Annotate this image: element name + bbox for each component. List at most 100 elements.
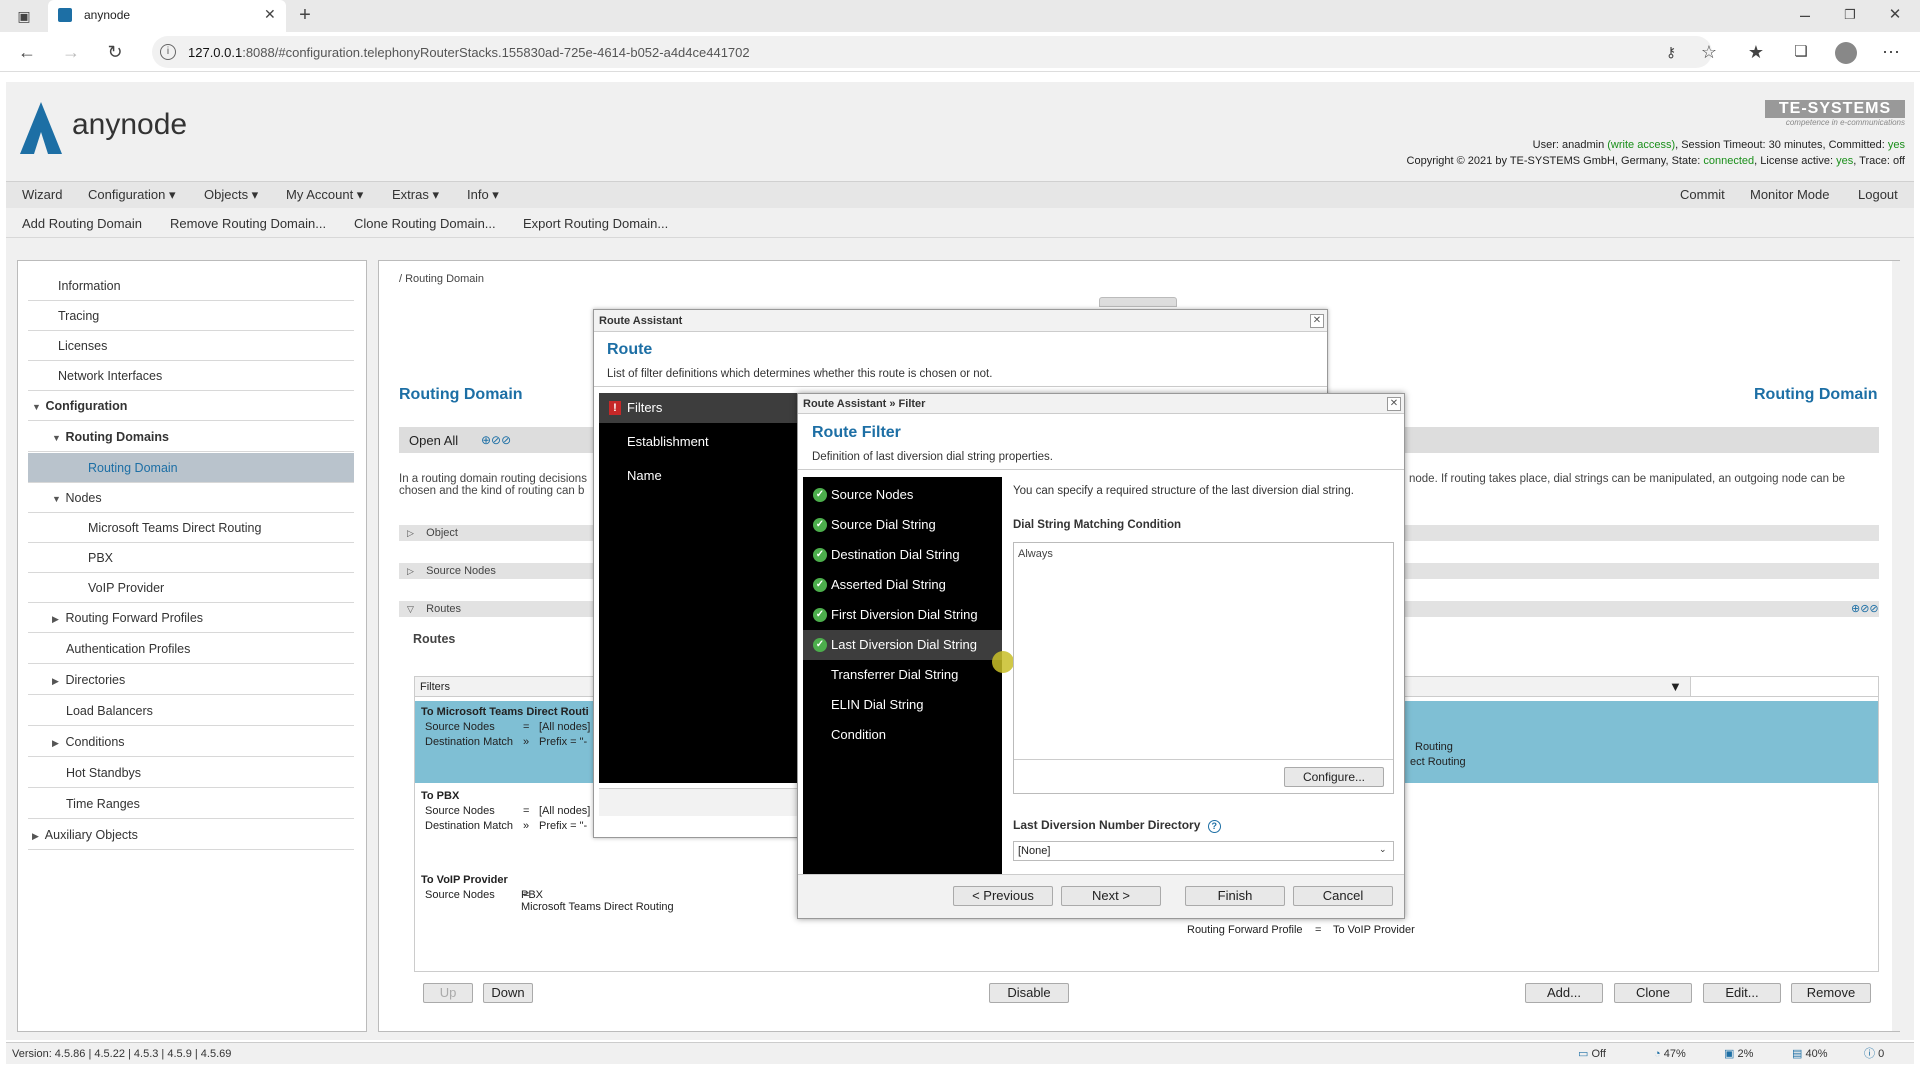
sidebar-item-routing-domains[interactable]: ▼ Routing Domains <box>28 422 354 452</box>
finish-button[interactable]: Finish <box>1185 886 1285 906</box>
menu-info[interactable]: Info ▾ <box>467 187 499 203</box>
open-all-button[interactable]: Open All <box>409 433 458 448</box>
cancel-button[interactable]: Cancel <box>1293 886 1393 906</box>
status-bar: Version: 4.5.86 | 4.5.22 | 4.5.3 | 4.5.9… <box>6 1042 1914 1064</box>
cpu-icon: ◔ <box>1654 1048 1661 1060</box>
routes-label: Routes <box>413 632 456 646</box>
previous-button[interactable]: < Previous <box>953 886 1053 906</box>
disable-button[interactable]: Disable <box>989 983 1069 1003</box>
new-tab-icon[interactable]: + <box>295 5 315 25</box>
step-asserted-dial-string[interactable]: ✓ Asserted Dial String <box>803 570 1002 600</box>
browser-tab[interactable]: anynode ✕ <box>48 0 286 32</box>
sidebar-item-conditions[interactable]: ▶ Conditions <box>28 727 354 757</box>
edit-button[interactable]: Edit... <box>1703 983 1781 1003</box>
sidebar-item-hot-standbys[interactable]: Hot Standbys <box>28 758 354 788</box>
restore-icon[interactable]: ❐ <box>1840 5 1860 25</box>
collapsed-icon: ▶ <box>52 738 59 748</box>
check-icon: ✓ <box>813 578 827 592</box>
sidebar-item-teams-direct-routing[interactable]: Microsoft Teams Direct Routing <box>28 513 354 543</box>
export-routing-domain-button[interactable]: Export Routing Domain... <box>523 216 668 231</box>
page-title: Routing Domain <box>399 386 523 403</box>
sidebar-item-routing-domain[interactable]: Routing Domain <box>28 453 354 483</box>
help-icon[interactable]: ? <box>1207 820 1221 833</box>
menu-objects[interactable]: Objects ▾ <box>204 187 258 203</box>
step-last-diversion-dial-string[interactable]: ✓ Last Diversion Dial String <box>803 630 1002 660</box>
panel-tab <box>1099 297 1177 307</box>
scrollbar[interactable] <box>1892 261 1900 1031</box>
nav-establishment[interactable]: Establishment <box>599 427 798 457</box>
status-alerts: ⓘ 0 <box>1864 1048 1885 1060</box>
sidebar-item-tracing[interactable]: Tracing <box>28 301 354 331</box>
clone-button[interactable]: Clone <box>1614 983 1692 1003</box>
configure-button[interactable]: Configure... <box>1284 767 1384 787</box>
sidebar-item-voip-provider[interactable]: VoIP Provider <box>28 573 354 603</box>
tab-actions-icon[interactable]: ▣ <box>14 6 34 26</box>
down-button[interactable]: Down <box>483 983 533 1003</box>
sidebar-item-information[interactable]: Information <box>28 271 354 301</box>
favorites-icon[interactable]: ★ <box>1745 42 1767 62</box>
directory-label: Last Diversion Number Directory ? <box>1013 818 1221 833</box>
step-first-diversion-dial-string[interactable]: ✓ First Diversion Dial String <box>803 600 1002 630</box>
nav-filters[interactable]: ! Filters <box>599 393 798 423</box>
sidebar-item-configuration[interactable]: ▼ Configuration <box>28 391 354 421</box>
matching-condition-box: Always Configure... <box>1013 542 1394 794</box>
menu-extras[interactable]: Extras ▾ <box>392 187 439 203</box>
back-icon[interactable]: ← <box>16 42 38 62</box>
sidebar-item-pbx[interactable]: PBX <box>28 543 354 573</box>
forward-icon[interactable]: → <box>60 42 82 62</box>
step-source-nodes[interactable]: ✓ Source Nodes <box>803 480 1002 510</box>
description-right: node. If routing takes place, dial strin… <box>1409 473 1846 485</box>
sidebar-item-directories[interactable]: ▶ Directories <box>28 665 354 695</box>
collections-icon[interactable]: ❏ <box>1790 42 1812 62</box>
monitor-mode-link[interactable]: Monitor Mode <box>1750 187 1829 202</box>
route-add-icons[interactable]: ⊕⊘⊘ <box>1851 601 1879 617</box>
sidebar-item-routing-forward-profiles[interactable]: ▶ Routing Forward Profiles <box>28 603 354 633</box>
step-condition[interactable]: Condition <box>803 720 1002 750</box>
close-icon[interactable]: ✕ <box>1387 397 1401 411</box>
step-elin-dial-string[interactable]: ELIN Dial String <box>803 690 1002 720</box>
check-icon: ✓ <box>813 488 827 502</box>
reload-icon[interactable]: ↻ <box>104 42 126 62</box>
menu-wizard[interactable]: Wizard <box>22 187 62 202</box>
dialog-header: Route Assistant » Filter <box>798 394 1404 414</box>
next-button[interactable]: Next > <box>1061 886 1161 906</box>
dialog-footer <box>599 788 799 816</box>
filter-icon[interactable]: ▼ <box>1669 679 1682 694</box>
add-button[interactable]: Add... <box>1525 983 1603 1003</box>
collapsed-icon: ▷ <box>407 566 414 576</box>
remove-button[interactable]: Remove <box>1791 983 1871 1003</box>
add-routing-domain-button[interactable]: Add Routing Domain <box>22 216 142 231</box>
sidebar-item-licenses[interactable]: Licenses <box>28 331 354 361</box>
logout-link[interactable]: Logout <box>1858 187 1898 202</box>
url-field[interactable]: i 127.0.0.1:8088/#configuration.telephon… <box>152 36 1712 68</box>
page-title-right: Routing Domain <box>1754 386 1878 403</box>
sidebar-item-auxiliary-objects[interactable]: ▶ Auxiliary Objects <box>28 820 354 850</box>
more-icon[interactable]: ⋯ <box>1880 42 1902 62</box>
sidebar-item-load-balancers[interactable]: Load Balancers <box>28 696 354 726</box>
sidebar-item-time-ranges[interactable]: Time Ranges <box>28 789 354 819</box>
tab-close-icon[interactable]: ✕ <box>264 6 276 23</box>
sidebar-item-authentication-profiles[interactable]: Authentication Profiles <box>28 634 354 664</box>
sidebar-item-nodes[interactable]: ▼ Nodes <box>28 483 354 513</box>
sidebar-item-network-interfaces[interactable]: Network Interfaces <box>28 361 354 391</box>
info-icon[interactable]: i <box>160 44 176 60</box>
remove-routing-domain-button[interactable]: Remove Routing Domain... <box>170 216 326 231</box>
directory-select[interactable]: [None] ⌄ <box>1013 841 1394 861</box>
step-destination-dial-string[interactable]: ✓ Destination Dial String <box>803 540 1002 570</box>
commit-link[interactable]: Commit <box>1680 187 1725 202</box>
filter-input[interactable] <box>1690 677 1878 696</box>
menu-my-account[interactable]: My Account ▾ <box>286 187 363 203</box>
add-remove-icons[interactable]: ⊕⊘⊘ <box>481 433 511 447</box>
favorite-add-icon[interactable]: ☆ <box>1698 42 1720 62</box>
clone-routing-domain-button[interactable]: Clone Routing Domain... <box>354 216 496 231</box>
step-source-dial-string[interactable]: ✓ Source Dial String <box>803 510 1002 540</box>
close-icon[interactable]: ✕ <box>1310 314 1324 328</box>
close-window-icon[interactable]: ✕ <box>1885 5 1905 25</box>
profile-avatar[interactable] <box>1835 42 1857 64</box>
menu-configuration[interactable]: Configuration ▾ <box>88 187 175 203</box>
nav-name[interactable]: Name <box>599 461 798 491</box>
step-transferrer-dial-string[interactable]: Transferrer Dial String <box>803 660 1002 690</box>
up-button[interactable]: Up <box>423 983 473 1003</box>
key-icon[interactable]: ⚷ <box>1660 42 1682 62</box>
minimize-icon[interactable]: – <box>1795 5 1815 25</box>
